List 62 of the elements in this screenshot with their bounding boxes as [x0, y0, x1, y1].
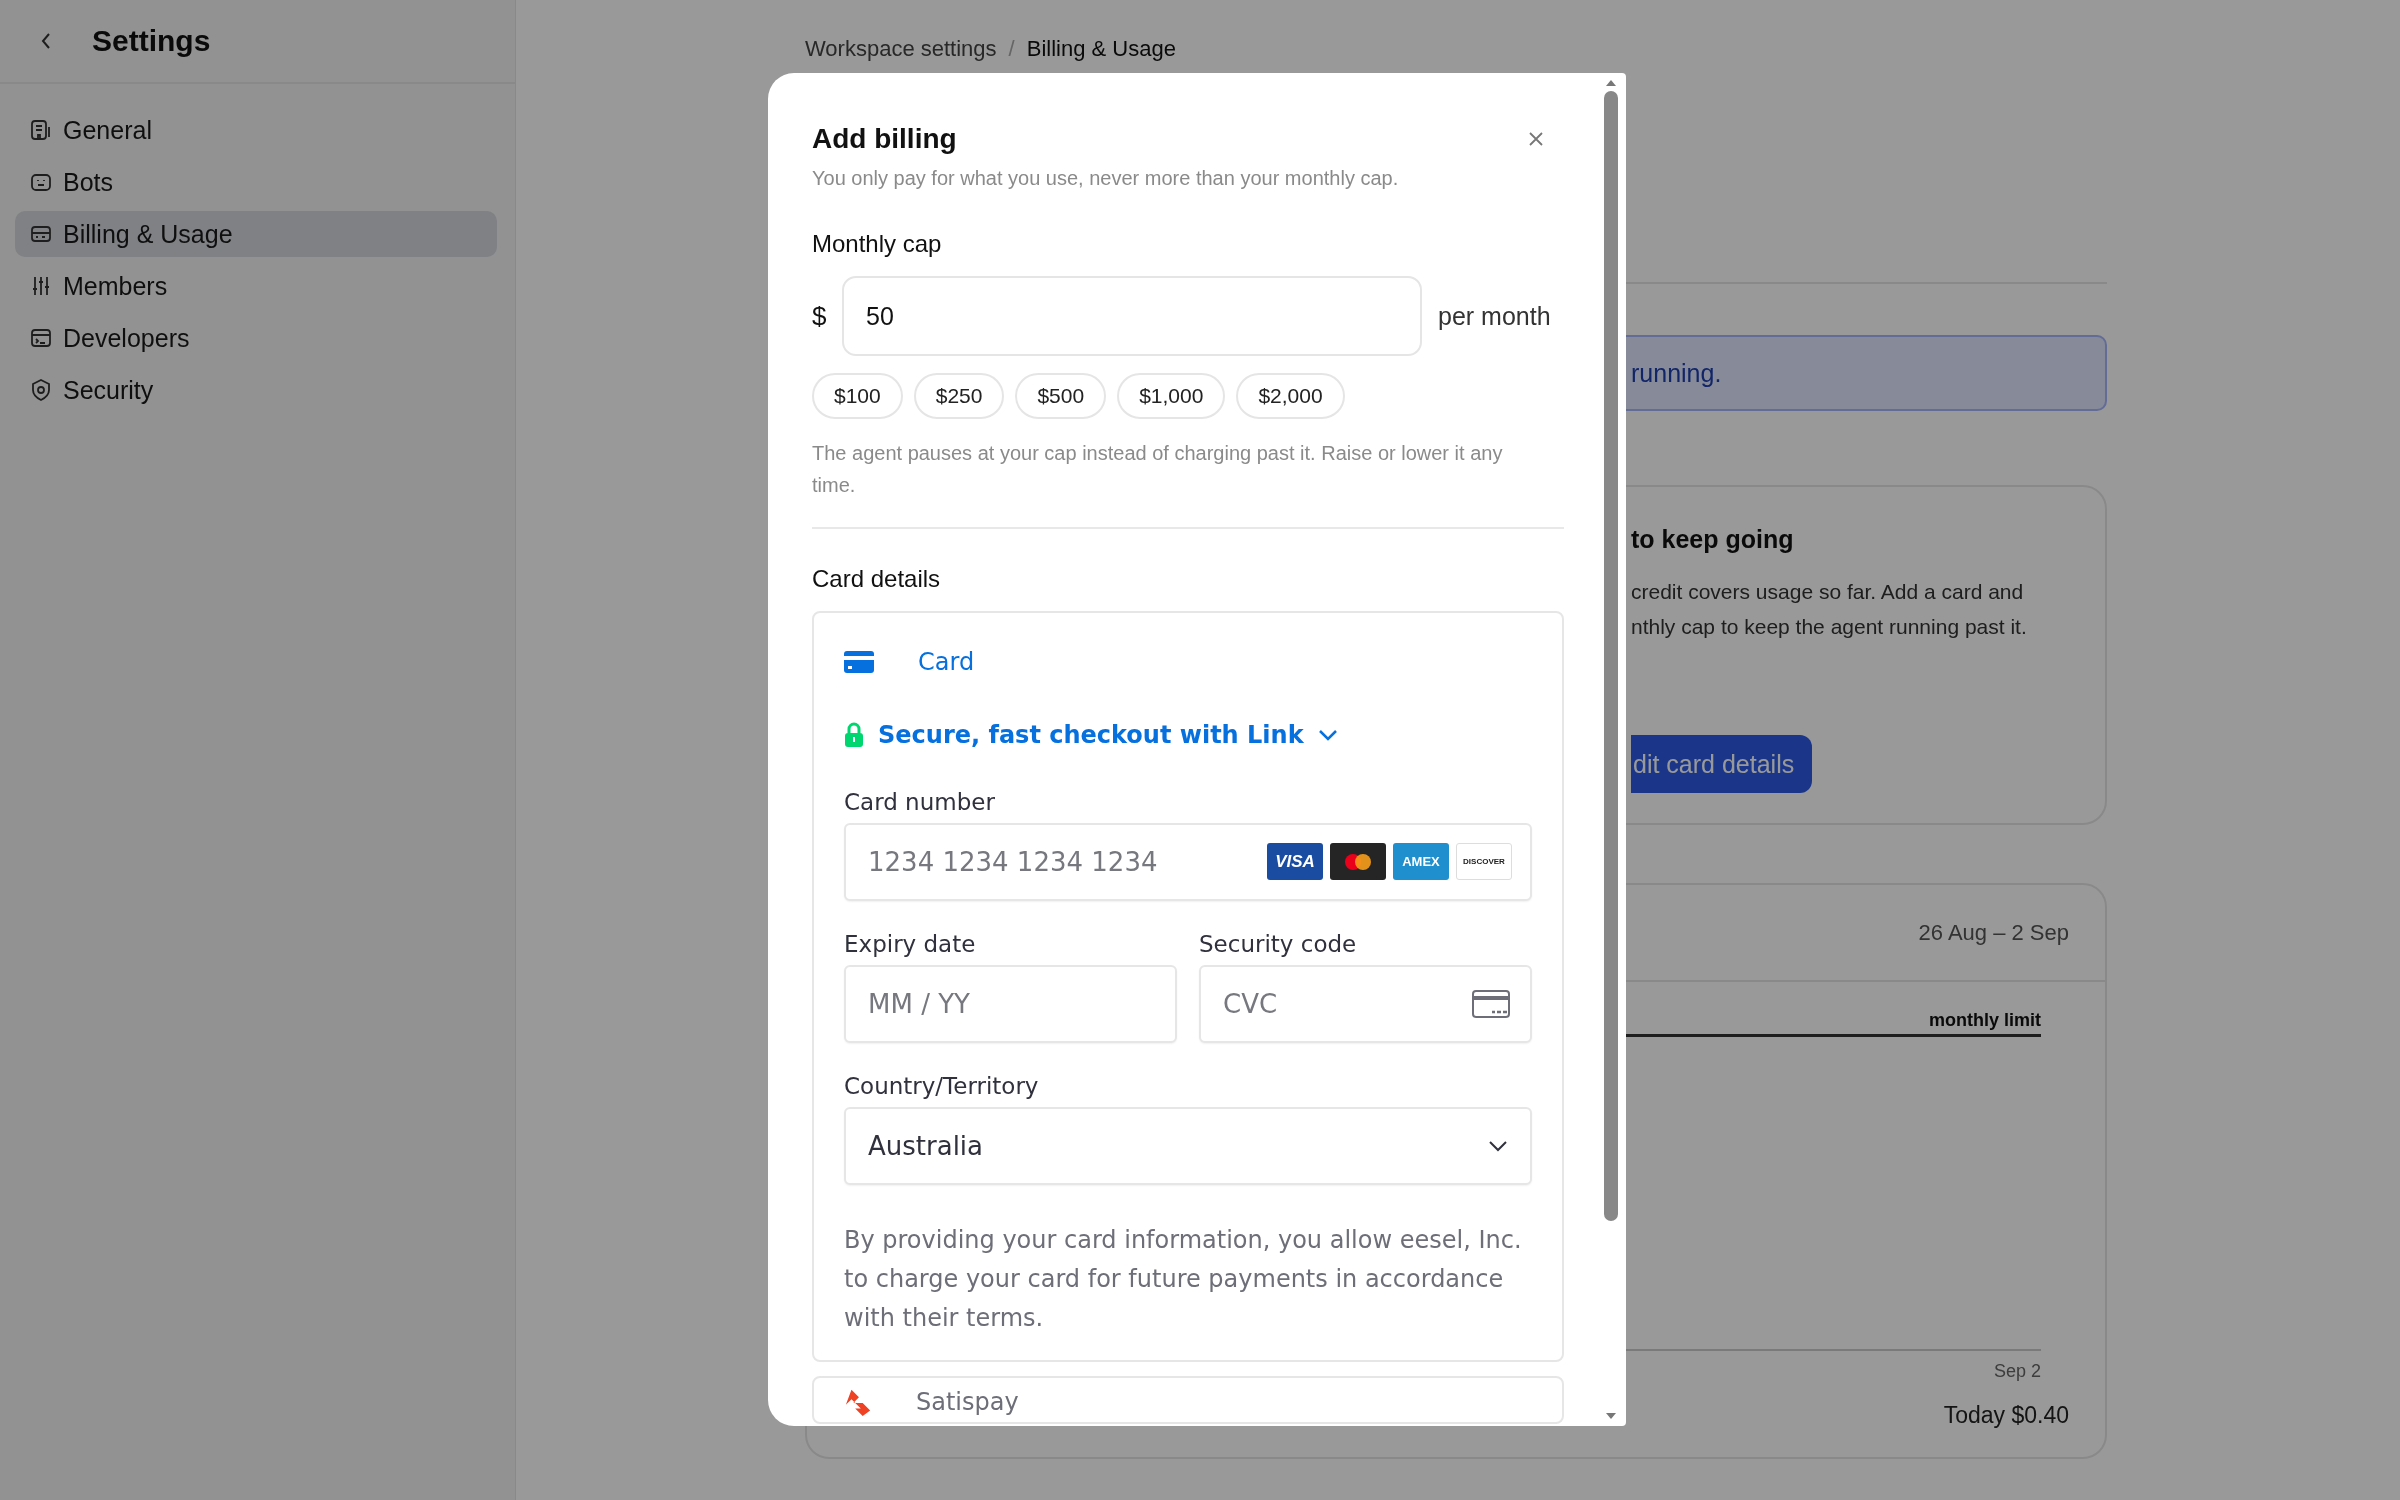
- breadcrumb-separator: /: [1008, 35, 1015, 63]
- sidebar-item[interactable]: Billing & Usage: [15, 211, 497, 257]
- field-label: Security code: [1199, 931, 1358, 957]
- field-label: Expiry date: [844, 931, 977, 957]
- close-icon[interactable]: [1528, 131, 1544, 147]
- building-icon: [29, 118, 53, 142]
- edit-card-button[interactable]: dit card details: [1631, 735, 1813, 793]
- payment-method-label: Satispay: [916, 1388, 1019, 1416]
- sidebar-item[interactable]: Developers: [15, 315, 497, 361]
- chevron-down-icon: [1488, 1140, 1508, 1152]
- payment-method-label: Card: [918, 648, 975, 676]
- scroll-up-arrow-icon[interactable]: [1605, 79, 1617, 87]
- unit-label: per month: [1438, 301, 1551, 331]
- card-text: nthly cap to keep the agent running past it.: [1631, 615, 2028, 639]
- back-chevron-icon[interactable]: [40, 31, 52, 51]
- card-text: credit covers usage so far. Add a card and: [1631, 580, 2025, 604]
- preset-chip[interactable]: $100: [812, 373, 903, 419]
- sidebar-title: Settings: [92, 24, 211, 58]
- sidebar-item[interactable]: Members: [15, 263, 497, 309]
- sidebar-item[interactable]: General: [15, 107, 497, 153]
- dialog-subtitle: You only pay for what you use, never more than your monthly cap.: [812, 167, 1400, 190]
- card-title: to keep going: [1631, 525, 1795, 554]
- link-checkout-toggle[interactable]: Secure, fast checkout with Link: [844, 721, 1532, 749]
- satispay-logo-icon: [844, 1388, 872, 1416]
- expiry-date-field[interactable]: MM / YY: [844, 965, 1177, 1043]
- field-label: Country/Territory: [844, 1073, 1040, 1099]
- usage-total: Today $0.40: [1943, 1402, 2069, 1429]
- sidebar-item[interactable]: Bots: [15, 159, 497, 205]
- preset-chip[interactable]: $500: [1015, 373, 1107, 419]
- preset-chip[interactable]: $2,000: [1236, 373, 1345, 419]
- shield-icon: [29, 378, 53, 402]
- credit-card-icon: [844, 651, 874, 673]
- scroll-down-arrow-icon[interactable]: [1605, 1412, 1617, 1420]
- limit-label: monthly limit: [1929, 1010, 2041, 1031]
- cvc-card-icon: [1472, 990, 1510, 1018]
- axis-label: Sep 2: [1993, 1361, 2041, 1382]
- country-select[interactable]: Australia: [844, 1107, 1532, 1185]
- sidebar-item[interactable]: Security: [15, 367, 497, 413]
- section-label: Card details: [812, 565, 942, 593]
- card-brand-logo: AMEX: [1393, 843, 1449, 880]
- terminal-icon: [29, 326, 53, 350]
- payment-method-panel[interactable]: Satispay: [812, 1376, 1564, 1424]
- lock-icon: [844, 722, 864, 748]
- currency-symbol: $: [812, 300, 828, 332]
- banner-text: running.: [1631, 358, 1722, 388]
- breadcrumb-link[interactable]: Billing & Usage: [1026, 34, 1176, 64]
- card-brand-logo: DISCOVER: [1456, 843, 1512, 880]
- preset-chip[interactable]: $1,000: [1117, 373, 1226, 419]
- payment-method-panel[interactable]: [812, 611, 1564, 1362]
- breadcrumb-link[interactable]: Workspace settings: [805, 34, 997, 64]
- security-code-field[interactable]: CVC: [1199, 965, 1532, 1043]
- preset-chip[interactable]: $250: [913, 373, 1005, 419]
- card-brand-logo: VISA: [1267, 843, 1323, 880]
- legal-text: By providing your card information, you allow eesel, Inc. to charge your card for future payments in accordance with their terms.: [844, 1225, 1523, 1334]
- field-label: Card number: [844, 789, 996, 815]
- chevron-down-icon: [1317, 729, 1338, 741]
- card-brand-logo: [1330, 843, 1386, 880]
- section-label: Monthly cap: [812, 230, 943, 258]
- monthly-cap-field[interactable]: 50: [842, 276, 1422, 356]
- date-range: 26 Aug – 2 Sep: [1918, 919, 2069, 946]
- dialog-title: Add billing: [812, 123, 957, 155]
- helper-text: The agent pauses at your cap instead of charging past it. Raise or lower it any time.: [812, 441, 1504, 498]
